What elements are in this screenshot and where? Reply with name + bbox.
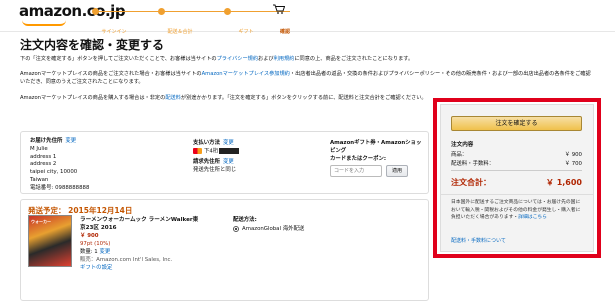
- checkout-progress: サインイン 配送＆合計 ギフト 確認: [92, 8, 290, 35]
- summary-shipping-row: 配送料・手数料： ￥ 700: [451, 159, 582, 167]
- product-points: 97pt (10%): [80, 241, 111, 247]
- cart-icon: [273, 4, 285, 14]
- privacy-link[interactable]: プライバシー規約: [217, 56, 258, 62]
- address-line: address 1: [30, 153, 57, 160]
- shipping-fee-value: ￥ 700: [564, 161, 582, 167]
- items-label: 商品：: [451, 152, 468, 158]
- step-signin: サインイン: [101, 29, 127, 35]
- order-total-value: ￥ 1,600: [545, 178, 582, 187]
- masked-card-number: [219, 147, 240, 154]
- gift-code-input[interactable]: [330, 165, 382, 177]
- import-duties-text: 日本国外に配送するご注文商品については・お届け先の国において輸入税・関税およびそ…: [451, 200, 581, 220]
- duties-details-link[interactable]: 詳細はこちら: [518, 215, 547, 220]
- step-gift: ギフト: [238, 29, 254, 35]
- step-confirm: 確認: [279, 29, 291, 35]
- card-last-digits: 下4桁: [204, 148, 219, 155]
- import-duties-note: 日本国外に配送するご注文商品については・お届け先の国において輸入税・関税およびそ…: [451, 199, 585, 222]
- billing-value: 発送先住所と同じ: [193, 166, 237, 173]
- seller-info: 販売：Amazon.com Int'l Sales, Inc.: [80, 257, 173, 263]
- payment-section: 支払い方法 変更 下4桁 請求先住所 変更 発送先住所と同じ: [193, 140, 293, 175]
- summary-items-row: 商品： ￥ 900: [451, 150, 582, 158]
- shipping-address-section: お届け先住所 変更 M Julie address 1 address 2 tai…: [30, 138, 120, 193]
- marketplace-text-a: Amazonマーケットプレイスの商品をご注文された場合・お客様は当サイトの: [20, 71, 202, 77]
- terms-text-c: に同意の上、商品をご注文されたことになります。: [294, 56, 414, 62]
- summary-heading: 注文内容: [451, 142, 474, 148]
- payment-change-link[interactable]: 変更: [223, 140, 234, 146]
- summary-divider-2: [441, 194, 593, 195]
- order-total-label: 注文合計：: [451, 178, 491, 187]
- place-order-button[interactable]: 注文を確定する: [451, 116, 582, 131]
- page-title: 注文内容を確認・変更する: [20, 38, 165, 52]
- step-dot-gift: [224, 8, 231, 15]
- gift-option-link[interactable]: ギフトの設定: [80, 265, 112, 271]
- gift-card-heading-1: Amazonギフト券・Amazonショッピング: [330, 140, 422, 154]
- terms-text-a: 下の「注文を確定する」ボタンを押してご注文いただくことで、お客様は当サイトの: [20, 56, 217, 62]
- shipping-address-heading: お届け先住所: [30, 138, 63, 144]
- product-title-line-2[interactable]: 京23区 2016: [80, 224, 220, 232]
- shipping-method-section: 配送方法: AmazonGlobal 海外配送: [233, 216, 304, 234]
- shipping-method-radio[interactable]: [233, 225, 239, 232]
- shipping-fee-label: 配送料・手数料：: [451, 161, 495, 167]
- billing-change-link[interactable]: 変更: [223, 159, 234, 165]
- product-price: ￥ 900: [80, 233, 99, 239]
- checkout-header: amazon.co.jp サインイン 配送＆合計 ギフト 確認: [0, 0, 615, 35]
- line-item: ラーメンウォーカームック ラーメンWalker東 京23区 2016 ￥ 900…: [80, 216, 220, 272]
- gift-card-section: Amazonギフト券・Amazonショッピング カードまたはクーポン:: [330, 140, 425, 163]
- mp-shipping-text-b: が別途かかります。「注文を確定する」ボタンをクリックする前に、配送料と注文合計を…: [180, 95, 427, 101]
- items-value: ￥ 900: [564, 152, 582, 158]
- terms-notice: 下の「注文を確定する」ボタンを押してご注文いただくことで、お客様は当サイトのプラ…: [20, 55, 600, 63]
- payment-heading: 支払い方法: [193, 140, 220, 146]
- step-shipping: 配送＆合計: [167, 29, 193, 35]
- product-image[interactable]: ウォーカー: [28, 215, 72, 267]
- address-line: M Julie: [30, 145, 48, 152]
- shipping-method-heading: 配送方法:: [233, 217, 257, 223]
- shipping-fees-info-link[interactable]: 配送料・手数料について: [451, 237, 506, 244]
- step-dot-signin: [92, 8, 99, 15]
- shipping-method-value: AmazonGlobal 海外配送: [242, 226, 305, 232]
- apply-code-button[interactable]: 適用: [386, 165, 408, 177]
- address-line: Taiwan: [30, 176, 49, 183]
- mastercard-icon: [193, 147, 202, 154]
- logo-smile-icon: [22, 20, 66, 26]
- product-image-badge: ウォーカー: [31, 219, 51, 224]
- terms-link[interactable]: 利用規約: [274, 56, 295, 62]
- billing-heading: 請求先住所: [193, 159, 220, 166]
- address-phone: 電話番号: 0988888888: [30, 184, 90, 191]
- address-line: address 2: [30, 161, 57, 168]
- shipping-address-change-link[interactable]: 変更: [65, 138, 76, 144]
- quantity-change-link[interactable]: 変更: [99, 249, 110, 255]
- shipping-fee-link[interactable]: 配送料: [165, 95, 181, 101]
- terms-text-b: および: [258, 56, 274, 62]
- gift-card-heading-2: カードまたはクーポン:: [330, 155, 387, 162]
- order-total-row: 注文合計： ￥ 1,600: [451, 177, 582, 188]
- marketplace-terms-link[interactable]: Amazonマーケットプレイス参加規約: [202, 71, 290, 77]
- product-title-line-1[interactable]: ラーメンウォーカームック ラーメンWalker東: [80, 216, 220, 224]
- step-dot-shipping: [158, 8, 165, 15]
- quantity-label: 数量: 1: [80, 249, 98, 255]
- summary-divider: [451, 170, 582, 171]
- marketplace-notice: Amazonマーケットプレイスの商品をご注文された場合・お客様は当サイトのAma…: [20, 70, 595, 86]
- marketplace-shipping-notice: Amazonマーケットプレイスの商品を購入する場合は・非定の配送料が別途かかりま…: [20, 94, 440, 102]
- address-line: taipei city, 10000: [30, 169, 78, 176]
- mp-shipping-text-a: Amazonマーケットプレイスの商品を購入する場合は・非定の: [20, 95, 166, 101]
